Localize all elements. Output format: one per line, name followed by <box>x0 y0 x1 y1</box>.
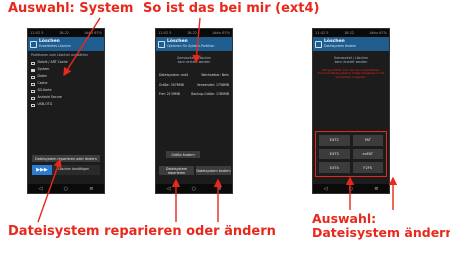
phone-screen-3: 11:42 5 18:22 Akku 67% Löschen Dateisyst… <box>312 28 390 194</box>
checkbox[interactable] <box>31 68 35 73</box>
status-bar: 11:42 5 18:22 Akku 67% <box>28 29 104 37</box>
checkbox[interactable] <box>31 96 35 101</box>
status-battery: Akku 67% <box>369 31 387 35</box>
annotation-select-fs: Auswahl: Dateisystem ändern <box>312 211 450 241</box>
filesystem-option-button[interactable]: EXT4 <box>319 162 350 173</box>
nav-bar: ◁ ○ ≡ <box>156 184 232 193</box>
repair-or-change-button[interactable]: Dateisystem reparieren oder ändern <box>32 155 100 162</box>
annotation-select-system: Auswahl: System <box>8 1 134 16</box>
checkbox[interactable] <box>31 82 35 87</box>
status-left: 11:42 5 <box>30 31 44 35</box>
partition-checkbox-row[interactable]: Cache <box>28 81 104 88</box>
home-icon[interactable]: ○ <box>192 186 196 192</box>
swipe-handle[interactable]: ▶▶▶ <box>32 165 52 175</box>
partition-checkbox-row[interactable]: Daten <box>28 74 104 81</box>
mount-status-sub: kann erstellt werden <box>334 59 368 64</box>
screen-subtitle: Dateisystem ändern <box>324 43 357 48</box>
status-left: 11:42 5 <box>158 31 172 35</box>
partition-checkbox-row[interactable]: USB-OTG <box>28 102 104 109</box>
section-label: Partitionen zum Löschen auswählen <box>31 53 89 57</box>
info-key: Dateisystem: ext4 <box>159 72 189 77</box>
status-battery: Akku 67% <box>212 31 230 35</box>
annotation-repair-or-change: Dateisystem reparieren oder ändern <box>8 224 276 239</box>
menu-icon[interactable]: ≡ <box>217 186 221 192</box>
status-battery: Akku 67% <box>84 31 102 35</box>
partition-checkbox-row[interactable]: SD-Karte <box>28 88 104 95</box>
status-time: 18:22 <box>58 31 70 35</box>
info-value: Backup-Größe: 1760MB <box>191 92 229 97</box>
filesystem-option-button[interactable]: F2FS <box>352 162 383 173</box>
info-value: Wechselbar: Nein <box>201 72 229 77</box>
checkbox[interactable] <box>31 103 35 108</box>
screen-subtitle: Erweitertes Löschen <box>39 43 72 48</box>
warning-text: Einige ROMs oder Kernel unterstützen man… <box>317 67 385 79</box>
info-key: Größe: 3976MB <box>159 82 184 87</box>
back-icon[interactable]: ◁ <box>167 186 171 192</box>
filesystem-option-button[interactable]: EXT3 <box>319 148 350 160</box>
home-icon[interactable]: ○ <box>64 186 68 192</box>
filesystem-grid: EXT2 FAT EXT3 exFAT EXT4 F2FS <box>315 131 387 177</box>
title-bar: Löschen Dateisystem ändern <box>313 37 389 51</box>
partition-info-row: Größe: 3976MB Verwendet: 1758MB <box>156 81 232 91</box>
status-time: 18:22 <box>343 31 355 35</box>
partition-label: SD-Karte <box>37 88 52 93</box>
checkbox[interactable] <box>31 89 35 94</box>
partition-label: Dalvik / ART Cache <box>37 60 68 65</box>
twrp-logo-icon <box>315 40 322 48</box>
swipe-to-confirm[interactable]: ▶▶▶ Löschen bestätigen <box>32 165 100 175</box>
partition-checkbox-row[interactable]: System <box>28 67 104 74</box>
info-value: Verwendet: 1758MB <box>196 82 229 87</box>
twrp-logo-icon <box>30 40 37 48</box>
back-icon[interactable]: ◁ <box>39 186 43 192</box>
repair-filesystem-button[interactable]: Dateisystem reparieren <box>159 166 194 175</box>
menu-icon[interactable]: ≡ <box>374 186 378 192</box>
change-filesystem-button[interactable]: Dateisystem ändern <box>196 166 231 175</box>
partition-info-row: Frei: 2139MB Backup-Größe: 1760MB <box>156 90 232 100</box>
filesystem-option-button[interactable]: exFAT <box>352 148 383 160</box>
screen-subtitle: Optionen für System-Partition <box>167 43 215 48</box>
partition-label: System <box>37 67 50 72</box>
resize-button[interactable]: Größe ändern <box>166 151 200 158</box>
partition-list: Dalvik / ART Cache System Daten Cache SD-Kar… <box>28 60 104 109</box>
annotation-mine-ext4: So ist das bei mir (ext4) <box>143 1 320 16</box>
checkbox[interactable] <box>31 75 35 80</box>
title-bar: Löschen Optionen für System-Partition <box>156 37 232 51</box>
home-icon[interactable]: ○ <box>349 186 353 192</box>
back-icon[interactable]: ◁ <box>324 186 328 192</box>
partition-label: Cache <box>37 81 48 86</box>
partition-info: Dateisystem: ext4 Wechselbar: Nein Größe: … <box>156 71 232 101</box>
mount-status-sub: kann erstellt werden <box>177 59 211 64</box>
partition-label: Android Secure <box>37 95 62 100</box>
partition-checkbox-row[interactable]: Android Secure <box>28 95 104 102</box>
twrp-logo-icon <box>158 40 165 48</box>
status-left: 11:42 5 <box>315 31 329 35</box>
phone-screen-2: 11:42 5 18:22 Akku 67% Löschen Optionen … <box>155 28 233 194</box>
partition-label: USB-OTG <box>37 102 53 107</box>
swipe-label: Löschen bestätigen <box>58 167 90 172</box>
title-bar: Löschen Erweitertes Löschen <box>28 37 104 51</box>
status-time: 18:22 <box>186 31 198 35</box>
annotation-select-fs-line2: Dateisystem ändern <box>312 225 450 241</box>
menu-icon[interactable]: ≡ <box>89 186 93 192</box>
phone-screen-1: 11:42 5 18:22 Akku 67% Löschen Erweitert… <box>27 28 105 194</box>
filesystem-option-button[interactable]: FAT <box>352 135 383 146</box>
checkbox[interactable] <box>31 61 35 66</box>
partition-info-row: Dateisystem: ext4 Wechselbar: Nein <box>156 71 232 81</box>
status-bar: 11:42 5 18:22 Akku 67% <box>313 29 389 37</box>
partition-label: Daten <box>37 74 48 79</box>
status-bar: 11:42 5 18:22 Akku 67% <box>156 29 232 37</box>
nav-bar: ◁ ○ ≡ <box>313 184 389 193</box>
info-key: Frei: 2139MB <box>159 92 180 97</box>
nav-bar: ◁ ○ ≡ <box>28 184 104 193</box>
filesystem-option-button[interactable]: EXT2 <box>319 135 350 146</box>
partition-checkbox-row[interactable]: Dalvik / ART Cache <box>28 60 104 67</box>
annotation-select-fs-line1: Auswahl: <box>312 211 377 226</box>
